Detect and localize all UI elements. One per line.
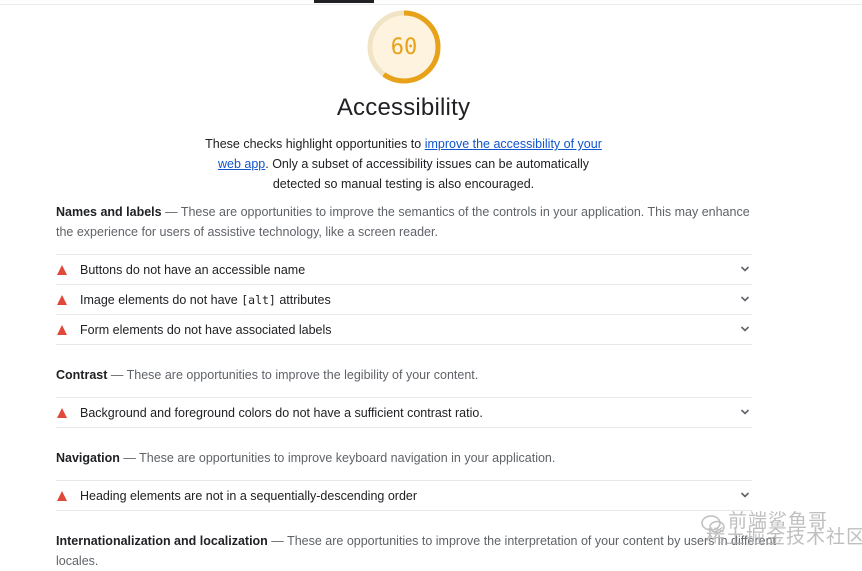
group-title: Names and labels bbox=[56, 205, 162, 219]
audit-title: Heading elements are not in a sequential… bbox=[80, 489, 418, 503]
group-header-navigation: Navigation — These are opportunities to … bbox=[56, 448, 756, 468]
audit-row-color-contrast[interactable]: Background and foreground colors do not … bbox=[56, 397, 752, 428]
group-description: These are opportunities to improve keybo… bbox=[139, 451, 556, 465]
audit-title-post: attributes bbox=[275, 293, 331, 307]
group-separator: — bbox=[107, 368, 127, 382]
audit-title: Image elements do not have [alt] attribu… bbox=[80, 285, 331, 315]
chevron-down-icon[interactable] bbox=[740, 407, 750, 417]
score-gauge[interactable]: 60 bbox=[366, 9, 442, 85]
group-title: Contrast bbox=[56, 368, 108, 382]
audit-row-heading-order[interactable]: Heading elements are not in a sequential… bbox=[56, 480, 752, 511]
audit-row-image-alt[interactable]: Image elements do not have [alt] attribu… bbox=[56, 284, 752, 314]
watermark: 前端鲨鱼哥 稀土掘金技术社区 bbox=[700, 512, 862, 552]
group-header-contrast: Contrast — These are opportunities to im… bbox=[56, 365, 756, 385]
fail-triangle-icon bbox=[57, 265, 67, 275]
fail-triangle-icon bbox=[57, 325, 67, 335]
group-title: Navigation bbox=[56, 451, 120, 465]
description-suffix: . Only a subset of accessibility issues … bbox=[265, 157, 590, 191]
fail-triangle-icon bbox=[57, 295, 67, 305]
group-description: These are opportunities to improve the l… bbox=[126, 368, 479, 382]
category-title: Accessibility bbox=[336, 94, 471, 121]
active-tab-indicator bbox=[314, 0, 374, 3]
category-description: These checks highlight opportunities to … bbox=[200, 134, 607, 194]
chevron-down-icon[interactable] bbox=[740, 264, 750, 274]
top-divider bbox=[0, 0, 862, 5]
group-separator: — bbox=[119, 451, 140, 465]
group-separator: — bbox=[267, 534, 288, 548]
group-header-names-and-labels: Names and labels — These are opportuniti… bbox=[56, 202, 756, 242]
group-title: Internationalization and localization bbox=[56, 534, 268, 548]
audit-title: Form elements do not have associated lab… bbox=[80, 323, 332, 337]
audit-title: Buttons do not have an accessible name bbox=[80, 263, 306, 277]
fail-triangle-icon bbox=[57, 408, 67, 418]
score-value: 60 bbox=[390, 35, 418, 60]
audit-row-button-name[interactable]: Buttons do not have an accessible name bbox=[56, 254, 752, 284]
chevron-down-icon[interactable] bbox=[740, 324, 750, 334]
audit-title-pre: Image elements do not have bbox=[80, 293, 242, 307]
audit-row-form-labels[interactable]: Form elements do not have associated lab… bbox=[56, 314, 752, 345]
audit-title-code: [alt] bbox=[241, 293, 276, 307]
fail-triangle-icon bbox=[57, 491, 67, 501]
group-separator: — bbox=[161, 205, 181, 219]
description-prefix: These checks highlight opportunities to bbox=[205, 137, 425, 151]
audit-title: Background and foreground colors do not … bbox=[80, 406, 483, 420]
watermark-source: 稀土掘金技术社区 bbox=[706, 527, 862, 548]
chevron-down-icon[interactable] bbox=[740, 294, 750, 304]
chevron-down-icon[interactable] bbox=[740, 490, 750, 500]
